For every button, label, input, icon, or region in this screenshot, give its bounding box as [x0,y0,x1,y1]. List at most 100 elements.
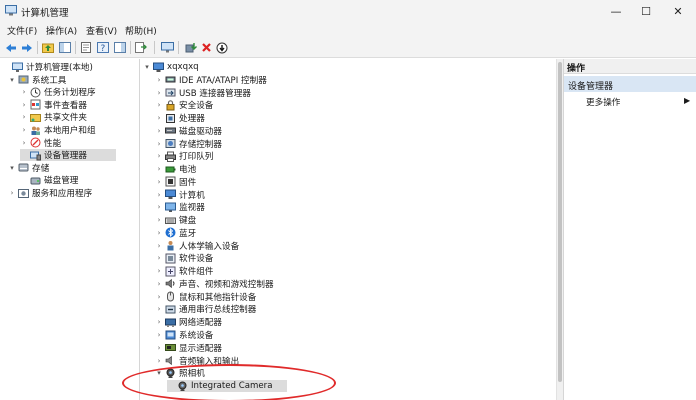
device-category[interactable]: › IDE ATA/ATAPI 控制器 [155,74,267,86]
menu-help[interactable]: 帮助(H) [125,24,157,37]
minimize-button[interactable]: — [600,2,632,20]
audio-io-icon [165,355,176,366]
chevron-right-icon[interactable]: › [155,178,163,186]
chevron-down-icon[interactable]: ▾ [155,369,163,377]
device-category[interactable]: › 显示适配器 [155,342,222,354]
scan-hardware-button[interactable] [160,41,174,54]
device-category[interactable]: › 固件 [155,176,196,188]
more-actions-link[interactable]: 更多操作 [586,96,620,108]
monitor-icon [165,202,176,213]
help-button[interactable]: ? [96,41,110,54]
device-category[interactable]: › 存储控制器 [155,138,222,150]
disable-device-button[interactable] [199,41,213,54]
chevron-right-icon[interactable]: › [155,165,163,173]
device-category[interactable]: › 监视器 [155,201,205,213]
nav-item[interactable]: › 任务计划程序 [20,86,96,98]
chevron-right-icon[interactable]: › [20,126,28,134]
nav-item[interactable]: › 性能 [20,137,61,149]
device-integrated-camera[interactable]: Integrated Camera [167,380,287,393]
device-category[interactable]: › 安全设备 [155,99,213,111]
device-category[interactable]: › 系统设备 [155,329,213,341]
chevron-right-icon[interactable]: › [20,101,28,109]
device-category[interactable]: › 音频输入和输出 [155,355,239,367]
device-category[interactable]: › 计算机 [155,189,205,201]
chevron-right-icon[interactable]: › [155,254,163,262]
close-button[interactable]: ✕ [662,2,694,20]
chevron-right-icon[interactable]: › [20,88,28,96]
chevron-down-icon[interactable]: ▾ [143,63,151,71]
chevron-right-icon[interactable]: › [155,357,163,365]
chevron-right-icon[interactable]: › [20,139,28,147]
maximize-button[interactable]: ☐ [630,2,662,20]
device-category[interactable]: › 打印队列 [155,150,213,162]
device-category[interactable]: › 处理器 [155,112,205,124]
chevron-right-icon[interactable]: › [155,76,163,84]
actions-header: 操作 [564,59,696,74]
nav-item[interactable]: 设备管理器 [20,149,116,162]
menu-view[interactable]: 查看(V) [86,24,117,37]
actions-section-device-manager[interactable]: 设备管理器 [564,76,696,92]
chevron-right-icon[interactable]: › [155,89,163,97]
chevron-right-icon[interactable]: › [155,242,163,250]
nav-item[interactable]: 计算机管理(本地) [2,61,93,73]
nav-item[interactable]: › 共享文件夹 [20,111,87,123]
chevron-right-icon[interactable]: › [155,229,163,237]
device-category[interactable]: › 蓝牙 [155,227,196,239]
chevron-right-icon[interactable]: › [155,152,163,160]
device-category[interactable]: › 磁盘驱动器 [155,125,222,137]
device-category[interactable]: › 网络适配器 [155,316,222,328]
uninstall-device-button[interactable] [215,41,229,54]
forward-button[interactable] [20,41,34,54]
tree-item-label: 键盘 [179,216,197,227]
show-tree-button[interactable] [58,41,72,54]
nav-item[interactable]: › 事件查看器 [20,99,87,111]
chevron-right-icon[interactable]: › [155,127,163,135]
device-category[interactable]: › 软件组件 [155,265,213,277]
menu-action[interactable]: 操作(A) [46,24,77,37]
chevron-right-icon[interactable]: › [155,318,163,326]
nav-item[interactable]: › 服务和应用程序 [8,187,92,199]
export-list-button[interactable] [134,41,148,54]
device-category[interactable]: › 软件设备 [155,252,213,264]
chevron-right-icon[interactable]: › [155,305,163,313]
chevron-right-icon[interactable]: › [155,203,163,211]
device-category[interactable]: › 通用串行总线控制器 [155,303,256,315]
properties-button[interactable] [79,41,93,54]
chevron-right-icon[interactable]: › [155,216,163,224]
device-tree-root[interactable]: ▾ xqxqxq [143,61,199,73]
nav-item[interactable]: ▾ 系统工具 [8,74,66,86]
tree-item-label: 网络适配器 [179,318,222,329]
device-category[interactable]: › 电池 [155,163,197,175]
chevron-down-icon[interactable]: ▾ [8,76,16,84]
device-category[interactable]: › 人体学输入设备 [155,240,239,252]
nav-item[interactable]: 磁盘管理 [20,174,78,186]
chevron-right-icon[interactable]: › [155,140,163,148]
device-category[interactable]: › 鼠标和其他指针设备 [155,291,256,303]
device-category[interactable]: ▾ 照相机 [155,367,205,379]
device-category[interactable]: › USB 连接器管理器 [155,87,251,99]
chevron-right-icon[interactable]: › [155,331,163,339]
nav-item[interactable]: ▾ 存储 [8,162,49,174]
device-category[interactable]: › 声音、视频和游戏控制器 [155,278,274,290]
chevron-down-icon[interactable]: ▾ [8,164,16,172]
chevron-right-icon[interactable]: › [155,191,163,199]
back-button[interactable] [4,41,18,54]
chevron-right-icon[interactable]: › [155,280,163,288]
device-tree-scrollbar[interactable] [556,59,563,400]
up-folder-button[interactable] [41,41,55,54]
chevron-right-icon[interactable]: › [155,267,163,275]
update-driver-button[interactable] [184,41,198,54]
chevron-right-icon[interactable]: › [155,114,163,122]
tree-item-label: 蓝牙 [179,228,197,239]
network-adapter-icon [165,317,176,328]
chevron-right-icon[interactable]: › [155,293,163,301]
nav-item[interactable]: › 本地用户和组 [20,124,96,136]
chevron-right-icon[interactable]: › [155,344,163,352]
menu-file[interactable]: 文件(F) [7,24,37,37]
action-pane-button[interactable] [113,41,127,54]
device-category[interactable]: › 键盘 [155,214,197,227]
chevron-right-icon[interactable]: › [20,113,28,121]
chevron-right-icon[interactable]: › [155,101,163,109]
scrollbar-thumb[interactable] [558,62,562,382]
chevron-right-icon[interactable]: › [8,189,16,197]
